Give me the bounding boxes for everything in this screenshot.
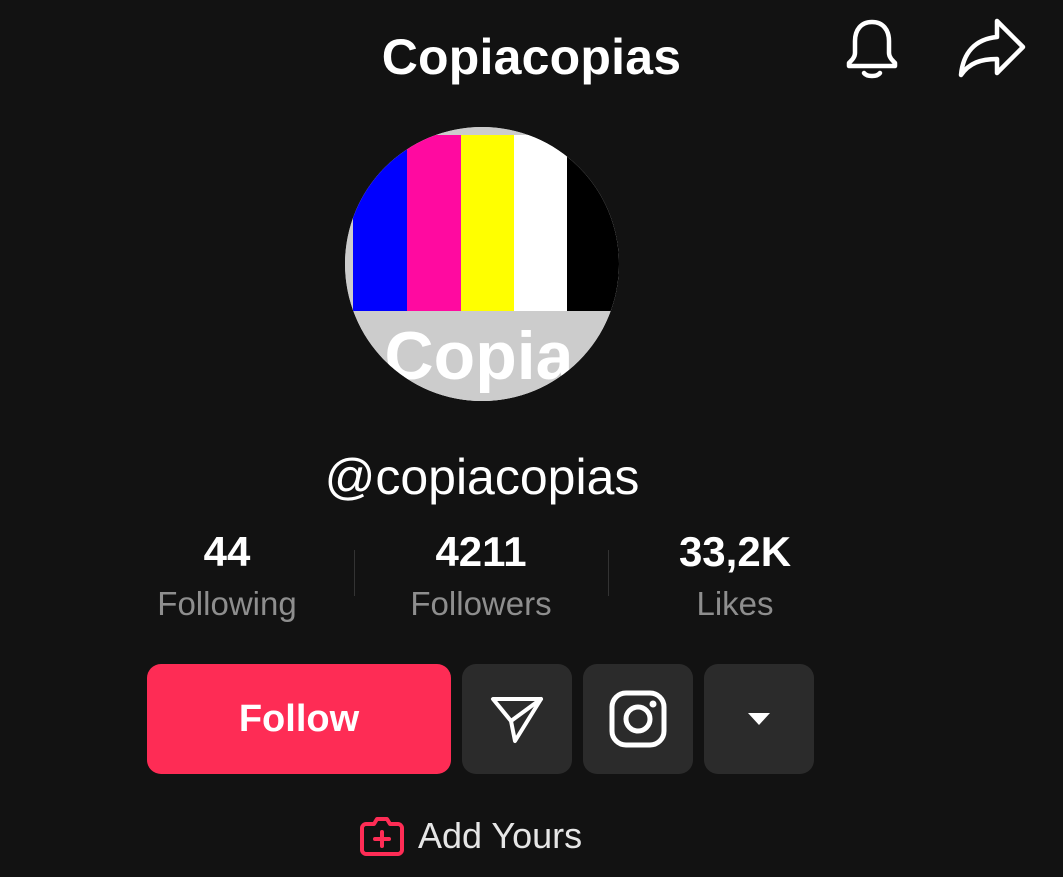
bell-icon — [846, 19, 898, 79]
avatar-text: Copia — [385, 318, 575, 394]
notifications-button[interactable] — [836, 12, 908, 84]
more-options-button[interactable] — [704, 664, 814, 774]
send-icon — [491, 697, 543, 743]
avatar-bar-blue — [353, 135, 407, 311]
add-yours-link[interactable]: Add Yours — [360, 808, 582, 864]
message-button[interactable] — [462, 664, 572, 774]
avatar-bar-magenta — [407, 135, 461, 311]
add-yours-icon — [360, 817, 404, 856]
username-handle: @copiacopias — [324, 449, 640, 505]
stats-row: 44 Following 4211 Followers 33,2K Likes — [100, 528, 860, 628]
stat-following[interactable]: 44 Following — [100, 528, 354, 626]
avatar-bar-white — [514, 135, 567, 311]
avatar-bar-yellow — [461, 135, 514, 311]
profile-screen: Copiacopias Copia @copiacopias 44 Follow… — [0, 0, 1063, 877]
stat-following-value: 44 — [203, 528, 251, 575]
stat-followers-value: 4211 — [435, 528, 527, 575]
instagram-icon — [609, 690, 667, 748]
share-button[interactable] — [956, 12, 1028, 84]
follow-button[interactable]: Follow — [147, 664, 451, 774]
instagram-button[interactable] — [583, 664, 693, 774]
stat-likes-label: Likes — [696, 585, 774, 622]
stat-followers[interactable]: 4211 Followers — [354, 528, 608, 626]
add-yours-label: Add Yours — [418, 815, 583, 856]
stat-following-label: Following — [157, 585, 297, 622]
stat-likes-value: 33,2K — [678, 528, 792, 575]
avatar-bar-black — [567, 135, 619, 311]
stat-likes[interactable]: 33,2K Likes — [608, 528, 862, 626]
stat-followers-label: Followers — [410, 585, 552, 622]
avatar[interactable]: Copia — [345, 127, 619, 401]
caret-down-icon — [748, 713, 770, 725]
share-arrow-icon — [958, 18, 1026, 78]
